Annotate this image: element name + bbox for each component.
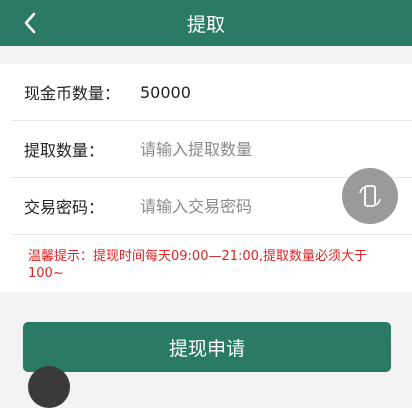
withdraw-amount-row: 提取数量： bbox=[0, 121, 412, 177]
cash-coin-label: 现金币数量： bbox=[24, 84, 121, 103]
page-title: 提取 bbox=[186, 13, 225, 36]
divider bbox=[12, 234, 412, 235]
phone-rotate-icon bbox=[359, 185, 381, 207]
overlay-shape bbox=[28, 366, 70, 408]
header-bar: 提取 bbox=[0, 0, 412, 46]
cash-coin-row: 现金币数量： 50000 bbox=[0, 64, 412, 120]
withdraw-submit-button[interactable]: 提现申请 bbox=[23, 322, 391, 372]
tip-text: 温馨提示：提现时间每天09:00—21:00,提取数量必须大于100~ bbox=[28, 249, 368, 281]
chevron-left-icon bbox=[24, 12, 36, 34]
cash-coin-value: 50000 bbox=[140, 82, 191, 102]
trade-password-input[interactable] bbox=[140, 192, 360, 220]
back-button[interactable] bbox=[18, 11, 42, 35]
trade-password-label: 交易密码： bbox=[24, 198, 105, 217]
withdraw-amount-input[interactable] bbox=[140, 135, 360, 163]
withdraw-amount-label: 提取数量： bbox=[24, 141, 105, 160]
floating-assist-button[interactable] bbox=[342, 168, 398, 224]
